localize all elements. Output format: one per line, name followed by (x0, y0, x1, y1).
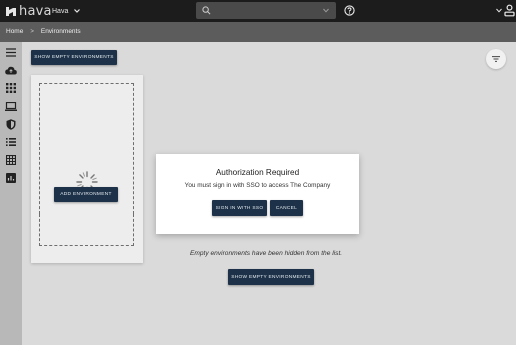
sign-in-with-sso-button[interactable]: SIGN IN WITH SSO (212, 200, 267, 216)
user-menu-chevron-icon (496, 8, 502, 13)
filter-button[interactable] (486, 49, 506, 69)
dialog-message: You must sign in with SSO to access The … (184, 182, 331, 189)
breadcrumb-environments: Environments (40, 28, 81, 35)
search-input[interactable] (215, 4, 325, 17)
user-avatar-icon (504, 4, 515, 17)
hava-logo-mark-icon (6, 7, 16, 16)
filter-icon (492, 56, 500, 62)
add-environment-button[interactable]: ADD ENVIRONMENT (54, 187, 118, 202)
organisation-selector[interactable]: Hava (52, 5, 81, 17)
cloud-upload-icon[interactable] (5, 64, 17, 76)
table-icon[interactable] (5, 154, 17, 166)
list-icon[interactable] (5, 136, 17, 148)
show-empty-environments-button[interactable]: SHOW EMPTY ENVIRONMENTS (31, 50, 117, 65)
hava-logo[interactable]: hava (5, 3, 52, 19)
search-dropdown-chevron-icon[interactable] (323, 8, 329, 13)
breadcrumb-separator: > (30, 28, 34, 35)
chevron-down-icon (74, 9, 81, 13)
show-empty-environments-button-bottom[interactable]: SHOW EMPTY ENVIRONMENTS (228, 269, 314, 285)
dialog-title: Authorization Required (215, 168, 300, 177)
brand-name: hava (19, 3, 52, 19)
breadcrumb: Home > Environments (6, 28, 81, 35)
apps-grid-icon[interactable] (5, 82, 17, 94)
search-box[interactable] (196, 2, 336, 19)
empty-environments-hidden-note: Empty environments have been hidden from… (190, 250, 343, 257)
menu-icon[interactable] (5, 46, 17, 58)
help-icon[interactable] (344, 5, 355, 16)
shield-icon[interactable] (5, 118, 17, 130)
laptop-icon[interactable] (5, 100, 17, 112)
chart-icon[interactable] (5, 172, 17, 184)
breadcrumb-home-link[interactable]: Home (6, 28, 23, 35)
left-navigation (0, 42, 22, 345)
authorization-dialog: Authorization Required You must sign in … (156, 154, 359, 234)
main-content: SHOW EMPTY ENVIRONMENTS ADD ENVIRONMENT … (22, 42, 516, 345)
user-menu[interactable] (496, 4, 515, 17)
add-environment-card: ADD ENVIRONMENT (31, 75, 143, 263)
top-bar: hava Hava (0, 0, 516, 22)
cancel-button[interactable]: CANCEL (270, 200, 303, 216)
organisation-name: Hava (52, 7, 69, 15)
dashed-placeholder-bottom (39, 214, 134, 246)
breadcrumb-bar: Home > Environments (0, 22, 516, 42)
search-icon (202, 6, 211, 15)
